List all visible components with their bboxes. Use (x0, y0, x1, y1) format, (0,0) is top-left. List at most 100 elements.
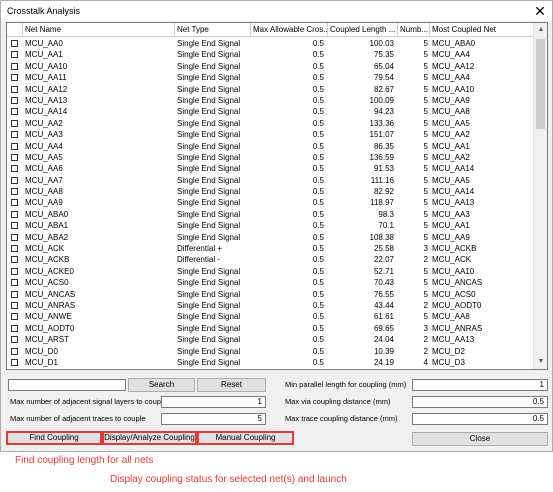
checkbox-icon[interactable] (11, 313, 18, 321)
row-checkbox[interactable] (7, 323, 23, 334)
max-trace-distance-input[interactable]: 0.5 (412, 413, 548, 425)
checkbox-icon[interactable] (11, 267, 18, 275)
checkbox-icon[interactable] (11, 279, 18, 287)
min-parallel-length-input[interactable]: 1 (412, 379, 548, 391)
row-checkbox[interactable] (7, 357, 23, 368)
row-checkbox[interactable] (7, 84, 23, 95)
column-header-number[interactable]: Numb... (398, 23, 430, 37)
checkbox-icon[interactable] (11, 233, 18, 241)
table-row[interactable]: MCU_ANCAS Single End Signal 0.5 76.55 5 MCU_A… (7, 289, 534, 300)
row-checkbox[interactable] (7, 49, 23, 60)
close-icon[interactable]: ✕ (528, 1, 552, 21)
scroll-thumb[interactable] (536, 39, 545, 129)
row-checkbox[interactable] (7, 277, 23, 288)
table-row[interactable]: MCU_D0 Single End Signal 0.5 10.39 2 MCU_D2 (7, 346, 534, 357)
checkbox-icon[interactable] (11, 62, 18, 70)
table-row[interactable]: MCU_AA7 Single End Signal 0.5 111.16 5 MCU_AA… (7, 175, 534, 186)
table-row[interactable]: MCU_AA12 Single End Signal 0.5 82.67 5 MCU_AA… (7, 84, 534, 95)
row-checkbox[interactable] (7, 61, 23, 72)
row-checkbox[interactable] (7, 266, 23, 277)
display-analyze-coupling-button[interactable]: Display/Analyze Coupling (102, 431, 197, 445)
row-checkbox[interactable] (7, 300, 23, 311)
table-row[interactable]: MCU_AA9 Single End Signal 0.5 118.97 5 MCU_AA… (7, 197, 534, 208)
table-row[interactable]: MCU_ABA1 Single End Signal 0.5 70.1 5 MCU_AA1 (7, 220, 534, 231)
row-checkbox[interactable] (7, 220, 23, 231)
row-checkbox[interactable] (7, 175, 23, 186)
column-header-most-coupled-net[interactable]: Most Coupled Net (430, 23, 534, 37)
vertical-scrollbar[interactable]: ▲ ▼ (533, 23, 547, 369)
column-header-net-name[interactable]: Net Name (23, 23, 175, 37)
table-row[interactable]: MCU_AA14 Single End Signal 0.5 94.23 5 MCU_AA… (7, 106, 534, 117)
column-header-coupled-length[interactable]: Coupled Length ... (328, 23, 398, 37)
row-checkbox[interactable] (7, 209, 23, 220)
table-row[interactable]: MCU_AA1 Single End Signal 0.5 75.35 5 MCU_AA4 (7, 49, 534, 60)
checkbox-icon[interactable] (11, 222, 18, 230)
reset-button[interactable]: Reset (197, 378, 266, 392)
adjacent-layers-input[interactable]: 1 (161, 396, 266, 408)
table-row[interactable]: MCU_AA8 Single End Signal 0.5 82.92 5 MCU_AA1… (7, 186, 534, 197)
column-header-max-allowable[interactable]: Max Allowable Cros... (251, 23, 328, 37)
checkbox-icon[interactable] (11, 96, 18, 104)
table-row[interactable]: MCU_ANRAS Single End Signal 0.5 43.44 2 MCU_A… (7, 300, 534, 311)
scroll-down-icon[interactable]: ▼ (534, 355, 547, 369)
checkbox-icon[interactable] (11, 131, 18, 139)
search-input[interactable] (8, 379, 126, 391)
table-row[interactable]: MCU_ABA0 Single End Signal 0.5 98.3 5 MCU_AA3 (7, 209, 534, 220)
checkbox-icon[interactable] (11, 336, 18, 344)
column-header-net-type[interactable]: Net Type (175, 23, 251, 37)
search-button[interactable]: Search (128, 378, 195, 392)
row-checkbox[interactable] (7, 106, 23, 117)
table-row[interactable]: MCU_AA5 Single End Signal 0.5 136.59 5 MCU_AA… (7, 152, 534, 163)
table-row[interactable]: MCU_AA0 Single End Signal 0.5 100.03 5 MCU_AB… (7, 38, 534, 49)
row-checkbox[interactable] (7, 129, 23, 140)
checkbox-icon[interactable] (11, 301, 18, 309)
table-row[interactable]: MCU_ACKB Differential - 0.5 22.07 2 MCU_ACK (7, 254, 534, 265)
table-row[interactable]: MCU_AA6 Single End Signal 0.5 91.53 5 MCU_AA1… (7, 163, 534, 174)
table-row[interactable]: MCU_AA13 Single End Signal 0.5 100.09 5 MCU_A… (7, 95, 534, 106)
checkbox-icon[interactable] (11, 347, 18, 355)
row-checkbox[interactable] (7, 334, 23, 345)
row-checkbox[interactable] (7, 141, 23, 152)
row-checkbox[interactable] (7, 311, 23, 322)
checkbox-icon[interactable] (11, 108, 18, 116)
table-row[interactable]: MCU_ANWE Single End Signal 0.5 61.61 5 MCU_AA… (7, 311, 534, 322)
table-row[interactable]: MCU_AA4 Single End Signal 0.5 86.35 5 MCU_AA1 (7, 141, 534, 152)
checkbox-icon[interactable] (11, 176, 18, 184)
checkbox-icon[interactable] (11, 119, 18, 127)
table-row[interactable]: MCU_ACK Differential + 0.5 25.58 3 MCU_ACKB (7, 243, 534, 254)
checkbox-icon[interactable] (11, 85, 18, 93)
row-checkbox[interactable] (7, 346, 23, 357)
table-row[interactable]: MCU_AA10 Single End Signal 0.5 65.04 5 MCU_AA… (7, 61, 534, 72)
table-row[interactable]: MCU_AA11 Single End Signal 0.5 79.54 5 MCU_AA… (7, 72, 534, 83)
checkbox-icon[interactable] (11, 199, 18, 207)
checkbox-icon[interactable] (11, 40, 18, 47)
checkbox-icon[interactable] (11, 153, 18, 161)
row-checkbox[interactable] (7, 254, 23, 265)
scroll-up-icon[interactable]: ▲ (534, 23, 547, 37)
row-checkbox[interactable] (7, 232, 23, 243)
row-checkbox[interactable] (7, 163, 23, 174)
row-checkbox[interactable] (7, 186, 23, 197)
checkbox-icon[interactable] (11, 358, 18, 366)
row-checkbox[interactable] (7, 197, 23, 208)
row-checkbox[interactable] (7, 95, 23, 106)
checkbox-icon[interactable] (11, 165, 18, 173)
table-row[interactable]: MCU_AA2 Single End Signal 0.5 133.36 5 MCU_AA… (7, 118, 534, 129)
table-row[interactable]: MCU_ABA2 Single End Signal 0.5 108.38 5 MCU_A… (7, 232, 534, 243)
table-row[interactable]: MCU_D1 Single End Signal 0.5 24.19 4 MCU_D3 (7, 357, 534, 368)
checkbox-icon[interactable] (11, 74, 18, 82)
row-checkbox[interactable] (7, 118, 23, 129)
checkbox-icon[interactable] (11, 188, 18, 196)
table-row[interactable]: MCU_AODT0 Single End Signal 0.5 69.65 3 MCU_A… (7, 323, 534, 334)
row-checkbox[interactable] (7, 152, 23, 163)
table-row[interactable]: MCU_AA3 Single End Signal 0.5 151.07 5 MCU_AA… (7, 129, 534, 140)
checkbox-icon[interactable] (11, 245, 18, 253)
adjacent-traces-input[interactable]: 5 (161, 413, 266, 425)
table-row[interactable]: MCU_ACKE0 Single End Signal 0.5 52.71 5 MCU_A… (7, 266, 534, 277)
checkbox-icon[interactable] (11, 256, 18, 264)
max-via-distance-input[interactable]: 0.5 (412, 396, 548, 408)
row-checkbox[interactable] (7, 38, 23, 49)
row-checkbox[interactable] (7, 289, 23, 300)
checkbox-icon[interactable] (11, 210, 18, 218)
table-row[interactable]: MCU_ACS0 Single End Signal 0.5 70.43 5 MCU_AN… (7, 277, 534, 288)
